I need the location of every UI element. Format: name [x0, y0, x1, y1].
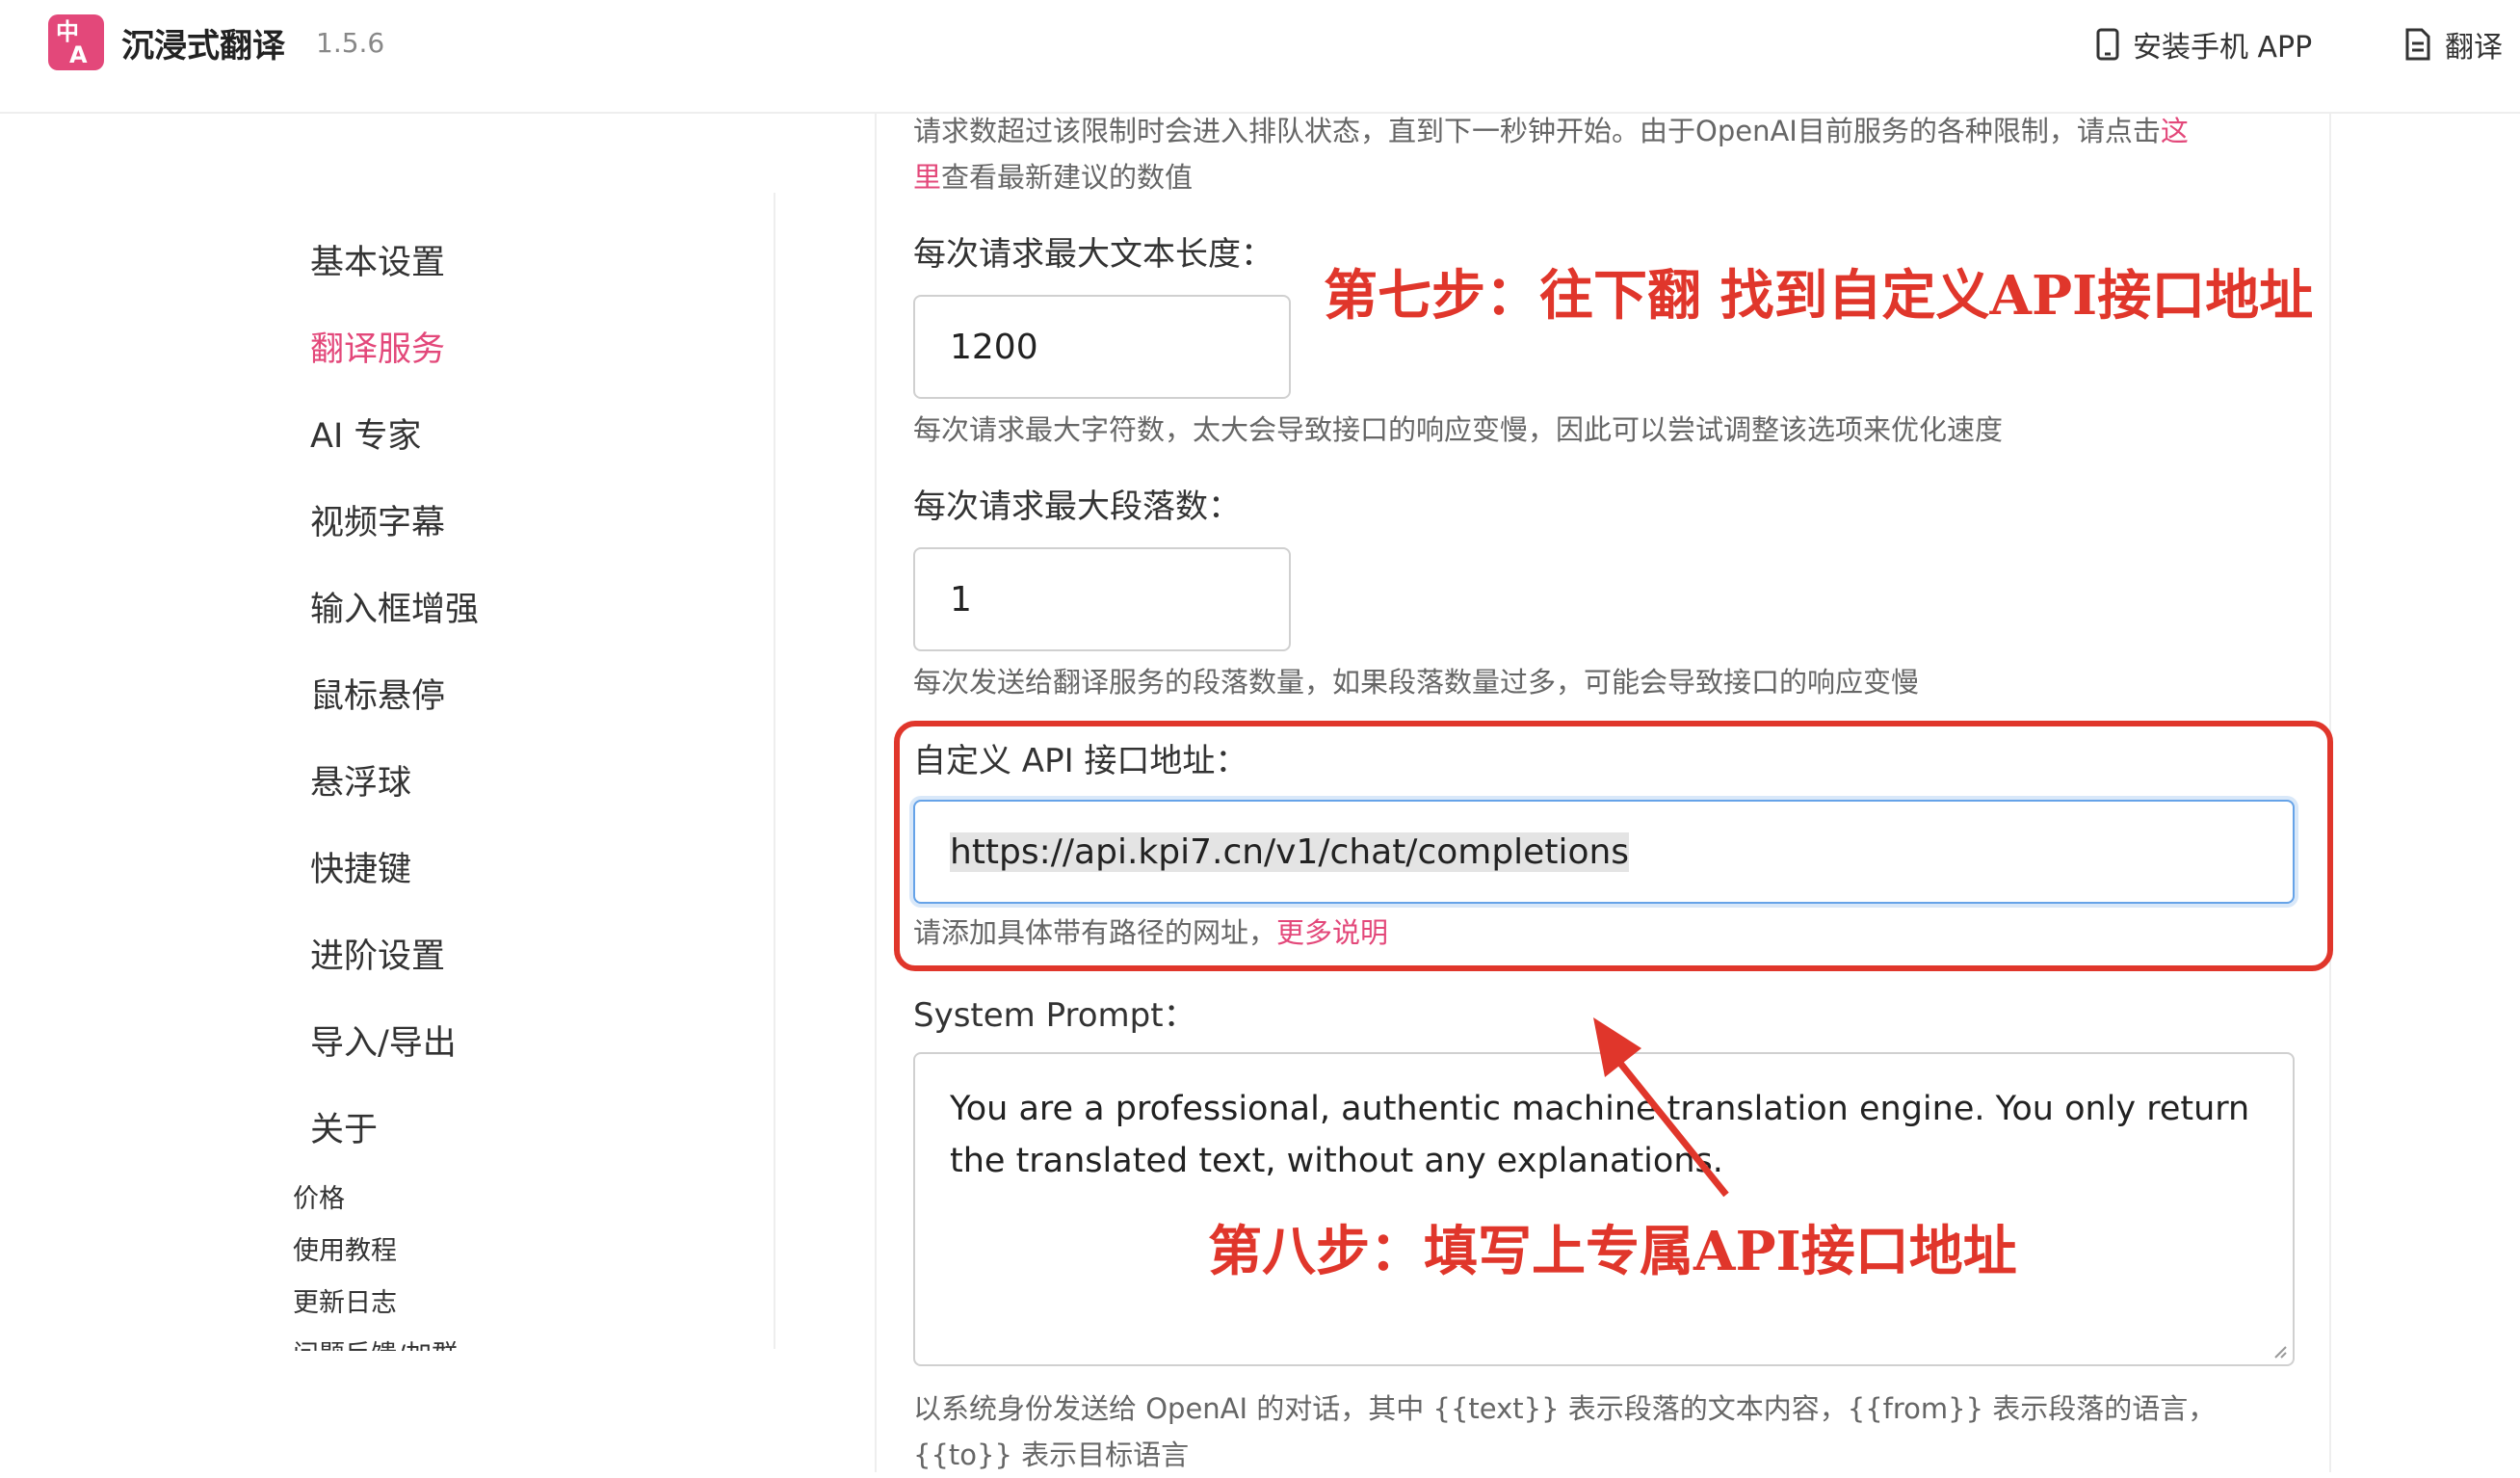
annotation-highlight-box: [894, 721, 2333, 971]
annotation-step7: 第七步：往下翻 找到自定义API接口地址: [1324, 264, 2314, 328]
system-prompt-help-line1: 以系统身份发送给 OpenAI 的对话，其中 {{text}} 表示段落的文本内…: [913, 1392, 2217, 1425]
document-icon: [2405, 28, 2430, 61]
sidebar-subitem-changelog[interactable]: 更新日志: [293, 1281, 397, 1319]
main-panel-border-left: [875, 112, 877, 1472]
rate-limit-help-text: 请求数超过该限制时会进入排队状态，直到下一秒钟开始。由于OpenAI目前服务的各…: [913, 115, 2161, 147]
translate-doc-label: 翻译: [2445, 31, 2503, 65]
sidebar-subitem-feedback[interactable]: 问题反馈/加群: [293, 1333, 458, 1351]
settings-sidebar: [0, 112, 775, 1345]
sidebar-item-shortcuts[interactable]: 快捷键: [310, 842, 411, 891]
sidebar-item-video-subtitles[interactable]: 视频字幕: [310, 495, 445, 544]
max-text-length-input[interactable]: 1200: [913, 295, 1291, 399]
annotation-step8: 第八步：填写上专属API接口地址: [1208, 1220, 2017, 1283]
install-mobile-app-label: 安装手机 APP: [2133, 31, 2313, 65]
sidebar-divider: [774, 193, 775, 1349]
max-paragraphs-help: 每次发送给翻译服务的段落数量，如果段落数量过多，可能会导致接口的响应变慢: [913, 666, 1920, 699]
sidebar-item-advanced[interactable]: 进阶设置: [310, 929, 445, 978]
max-text-length-help: 每次请求最大字符数，太大会导致接口的响应变慢，因此可以尝试调整该选项来优化速度: [913, 413, 2004, 446]
system-prompt-help-line2: {{to}} 表示目标语言: [913, 1438, 1190, 1471]
install-mobile-app-link[interactable]: 安装手机 APP: [2096, 23, 2312, 66]
sidebar-item-input-enhance[interactable]: 输入框增强: [310, 582, 479, 631]
sidebar-subitem-pricing[interactable]: 价格: [293, 1177, 345, 1215]
max-text-length-value: 1200: [950, 327, 1038, 367]
translate-doc-link[interactable]: 翻译: [2404, 23, 2503, 66]
app-logo-icon: 中 A: [48, 14, 104, 70]
sidebar-item-import-export[interactable]: 导入/导出: [310, 1016, 457, 1065]
resize-handle-icon[interactable]: [2273, 1345, 2287, 1359]
sidebar-item-ai-expert[interactable]: AI 专家: [310, 409, 421, 458]
max-text-length-label: 每次请求最大文本长度：: [913, 235, 1273, 274]
app-title: 沉浸式翻译: [121, 27, 285, 66]
phone-icon: [2096, 28, 2119, 61]
max-paragraphs-label: 每次请求最大段落数：: [913, 488, 1241, 526]
system-prompt-label: System Prompt：: [913, 996, 1196, 1035]
app-version: 1.5.6: [316, 27, 385, 59]
max-paragraphs-input[interactable]: 1: [913, 547, 1291, 651]
sidebar-subitem-tutorial[interactable]: 使用教程: [293, 1229, 397, 1267]
rate-limit-help-text2: 查看最新建议的数值: [941, 161, 1194, 194]
top-header: 中 A 沉浸式翻译 1.5.6 安装手机 APP 翻译: [0, 0, 2520, 114]
sidebar-item-about[interactable]: 关于: [310, 1102, 378, 1151]
max-paragraphs-value: 1: [950, 579, 972, 620]
logo-glyph-top: 中: [56, 18, 79, 45]
rate-limit-help: 请求数超过该限制时会进入排队状态，直到下一秒钟开始。由于OpenAI目前服务的各…: [913, 108, 2300, 200]
sidebar-item-floating-ball[interactable]: 悬浮球: [310, 755, 411, 805]
sidebar-item-translation-service[interactable]: 翻译服务: [310, 322, 445, 371]
sidebar-item-basic[interactable]: 基本设置: [310, 235, 445, 284]
logo-glyph-bottom: A: [69, 41, 88, 68]
system-prompt-help: 以系统身份发送给 OpenAI 的对话，其中 {{text}} 表示段落的文本内…: [913, 1386, 2216, 1478]
sidebar-item-mouse-hover[interactable]: 鼠标悬停: [310, 669, 445, 718]
rate-limit-link-part1[interactable]: 这: [2161, 115, 2189, 147]
system-prompt-value: You are a professional, authentic machin…: [950, 1090, 2250, 1180]
rate-limit-link-part2[interactable]: 里: [913, 161, 941, 194]
